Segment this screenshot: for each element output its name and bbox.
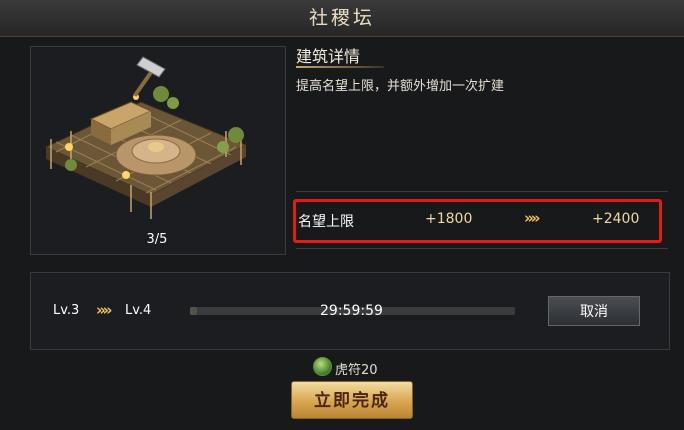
finish-now-button[interactable]: 立即完成: [291, 381, 413, 419]
cost-label: 虎符20: [335, 363, 378, 378]
section-underline: [296, 66, 384, 68]
level-arrow-icon: »»: [96, 301, 112, 319]
tiger-tally-icon: [313, 357, 332, 376]
divider: [296, 191, 668, 192]
current-level: Lv.3: [53, 303, 80, 318]
building-description: 提高名望上限，并额外增加一次扩建: [296, 79, 505, 94]
section-title: 建筑详情: [296, 47, 361, 66]
building-image-frame: [30, 46, 286, 255]
page-title: 社稷坛: [308, 7, 375, 29]
highlight-box: [293, 199, 662, 243]
divider: [296, 248, 668, 249]
build-progress-label: 3/5: [146, 232, 168, 247]
building-illustration: [44, 56, 248, 219]
next-level: Lv.4: [125, 303, 152, 318]
upgrade-timer: 29:59:59: [320, 303, 383, 319]
cancel-button[interactable]: 取消: [548, 296, 640, 326]
upgrade-progress-fill: [190, 307, 197, 315]
